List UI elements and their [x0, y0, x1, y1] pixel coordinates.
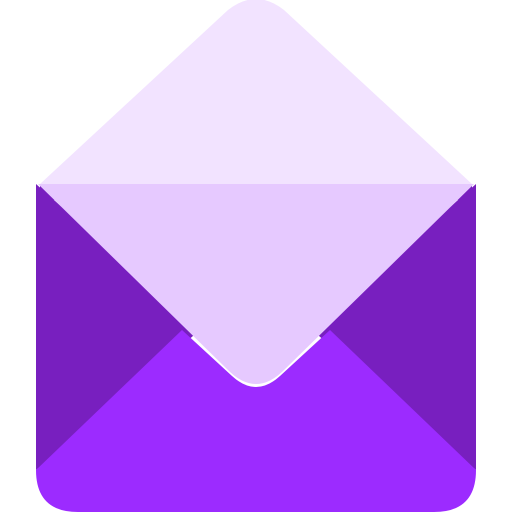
open-envelope-icon-container	[0, 0, 512, 512]
open-envelope-icon	[36, 0, 476, 512]
envelope-flap-outer	[40, 0, 472, 184]
